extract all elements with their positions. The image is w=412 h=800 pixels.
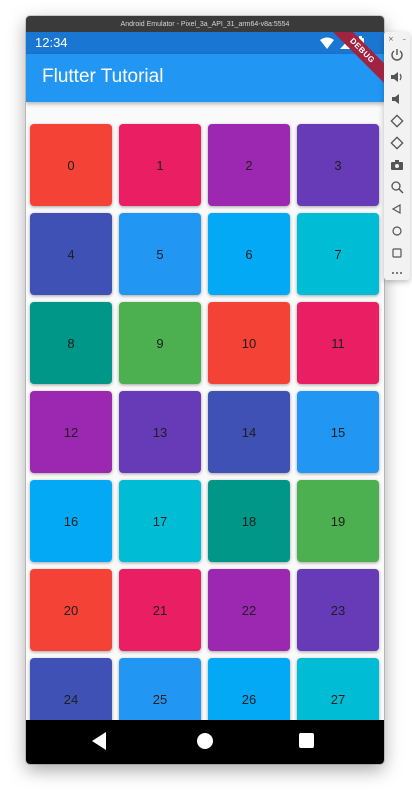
more-icon[interactable] (390, 266, 404, 280)
app-bar-title: Flutter Tutorial (42, 66, 164, 87)
tile-label: 26 (241, 691, 257, 707)
tile-label: 20 (63, 602, 79, 618)
navigation-bar (26, 720, 384, 764)
grid-tile[interactable]: 16 (30, 480, 112, 562)
tile-label: 27 (330, 691, 346, 707)
grid-tile[interactable]: 2 (208, 124, 290, 206)
grid-tile[interactable]: 5 (119, 213, 201, 295)
grid-tile[interactable]: 20 (30, 569, 112, 651)
tile-label: 3 (334, 157, 342, 173)
grid-tile[interactable]: 6 (208, 213, 290, 295)
tile-label: 19 (330, 513, 346, 529)
app-bar: Flutter Tutorial (26, 54, 384, 102)
grid-tile[interactable]: 9 (119, 302, 201, 384)
overview-icon[interactable] (299, 732, 315, 748)
grid-tile[interactable]: 19 (297, 480, 379, 562)
grid-tile[interactable]: 23 (297, 569, 379, 651)
grid-tile[interactable]: 18 (208, 480, 290, 562)
tile-label: 17 (152, 513, 168, 529)
rotate-right-icon[interactable] (390, 136, 404, 150)
rotate-left-icon[interactable] (390, 114, 404, 128)
tile-label: 11 (331, 335, 345, 351)
tile-label: 15 (330, 424, 346, 440)
tile-label: 23 (330, 602, 346, 618)
power-icon[interactable] (390, 48, 404, 62)
emulator-window: Android Emulator - Pixel_3a_API_31_arm64… (26, 16, 384, 764)
tile-label: 18 (241, 513, 257, 529)
home-icon[interactable] (196, 732, 214, 750)
close-icon[interactable]: × (388, 35, 394, 43)
volume-up-icon[interactable] (390, 70, 404, 84)
grid-tile[interactable]: 22 (208, 569, 290, 651)
emulator-title: Android Emulator - Pixel_3a_API_31_arm64… (26, 16, 384, 32)
back-icon[interactable] (92, 732, 108, 750)
tile-label: 6 (245, 246, 253, 262)
tile-label: 10 (241, 335, 257, 351)
tile-label: 9 (156, 335, 164, 351)
overview-icon[interactable] (390, 246, 404, 260)
tile-label: 5 (156, 246, 164, 262)
minimize-icon[interactable]: – (403, 35, 407, 43)
status-time: 12:34 (35, 35, 68, 50)
grid-tile[interactable]: 21 (119, 569, 201, 651)
grid-tile[interactable]: 12 (30, 391, 112, 473)
grid-tile[interactable]: 10 (208, 302, 290, 384)
grid-tile[interactable]: 15 (297, 391, 379, 473)
zoom-icon[interactable] (390, 180, 404, 194)
grid-tile[interactable]: 7 (297, 213, 379, 295)
tile-label: 8 (67, 335, 75, 351)
status-bar: 12:34 (26, 32, 384, 54)
emulator-toolbar: × – (384, 32, 410, 280)
wifi-icon (320, 37, 334, 49)
camera-icon[interactable] (390, 158, 404, 172)
volume-down-icon[interactable] (390, 92, 404, 106)
grid-tile[interactable]: 1 (119, 124, 201, 206)
tile-label: 4 (67, 246, 75, 262)
tile-label: 14 (241, 424, 257, 440)
grid-tile[interactable]: 14 (208, 391, 290, 473)
grid-tile[interactable]: 11 (297, 302, 379, 384)
grid-tile[interactable]: 0 (30, 124, 112, 206)
grid-tile[interactable]: 4 (30, 213, 112, 295)
tile-label: 24 (63, 691, 79, 707)
phone-screen: 12:34 Flutter Tutorial DEBUG 01234567891… (26, 32, 384, 764)
tile-label: 12 (63, 424, 79, 440)
grid-tile[interactable]: 8 (30, 302, 112, 384)
tile-label: 16 (63, 513, 79, 529)
home-icon[interactable] (390, 224, 404, 238)
tile-label: 22 (241, 602, 257, 618)
tile-label: 0 (67, 157, 75, 173)
grid-tile[interactable]: 3 (297, 124, 379, 206)
tile-label: 13 (152, 424, 168, 440)
tile-label: 2 (245, 157, 253, 173)
grid-tile[interactable]: 17 (119, 480, 201, 562)
tile-label: 25 (152, 691, 168, 707)
grid-tile[interactable]: 13 (119, 391, 201, 473)
back-icon[interactable] (390, 202, 404, 216)
tile-label: 21 (152, 602, 168, 618)
tile-label: 1 (156, 157, 164, 173)
tile-label: 7 (334, 246, 342, 262)
